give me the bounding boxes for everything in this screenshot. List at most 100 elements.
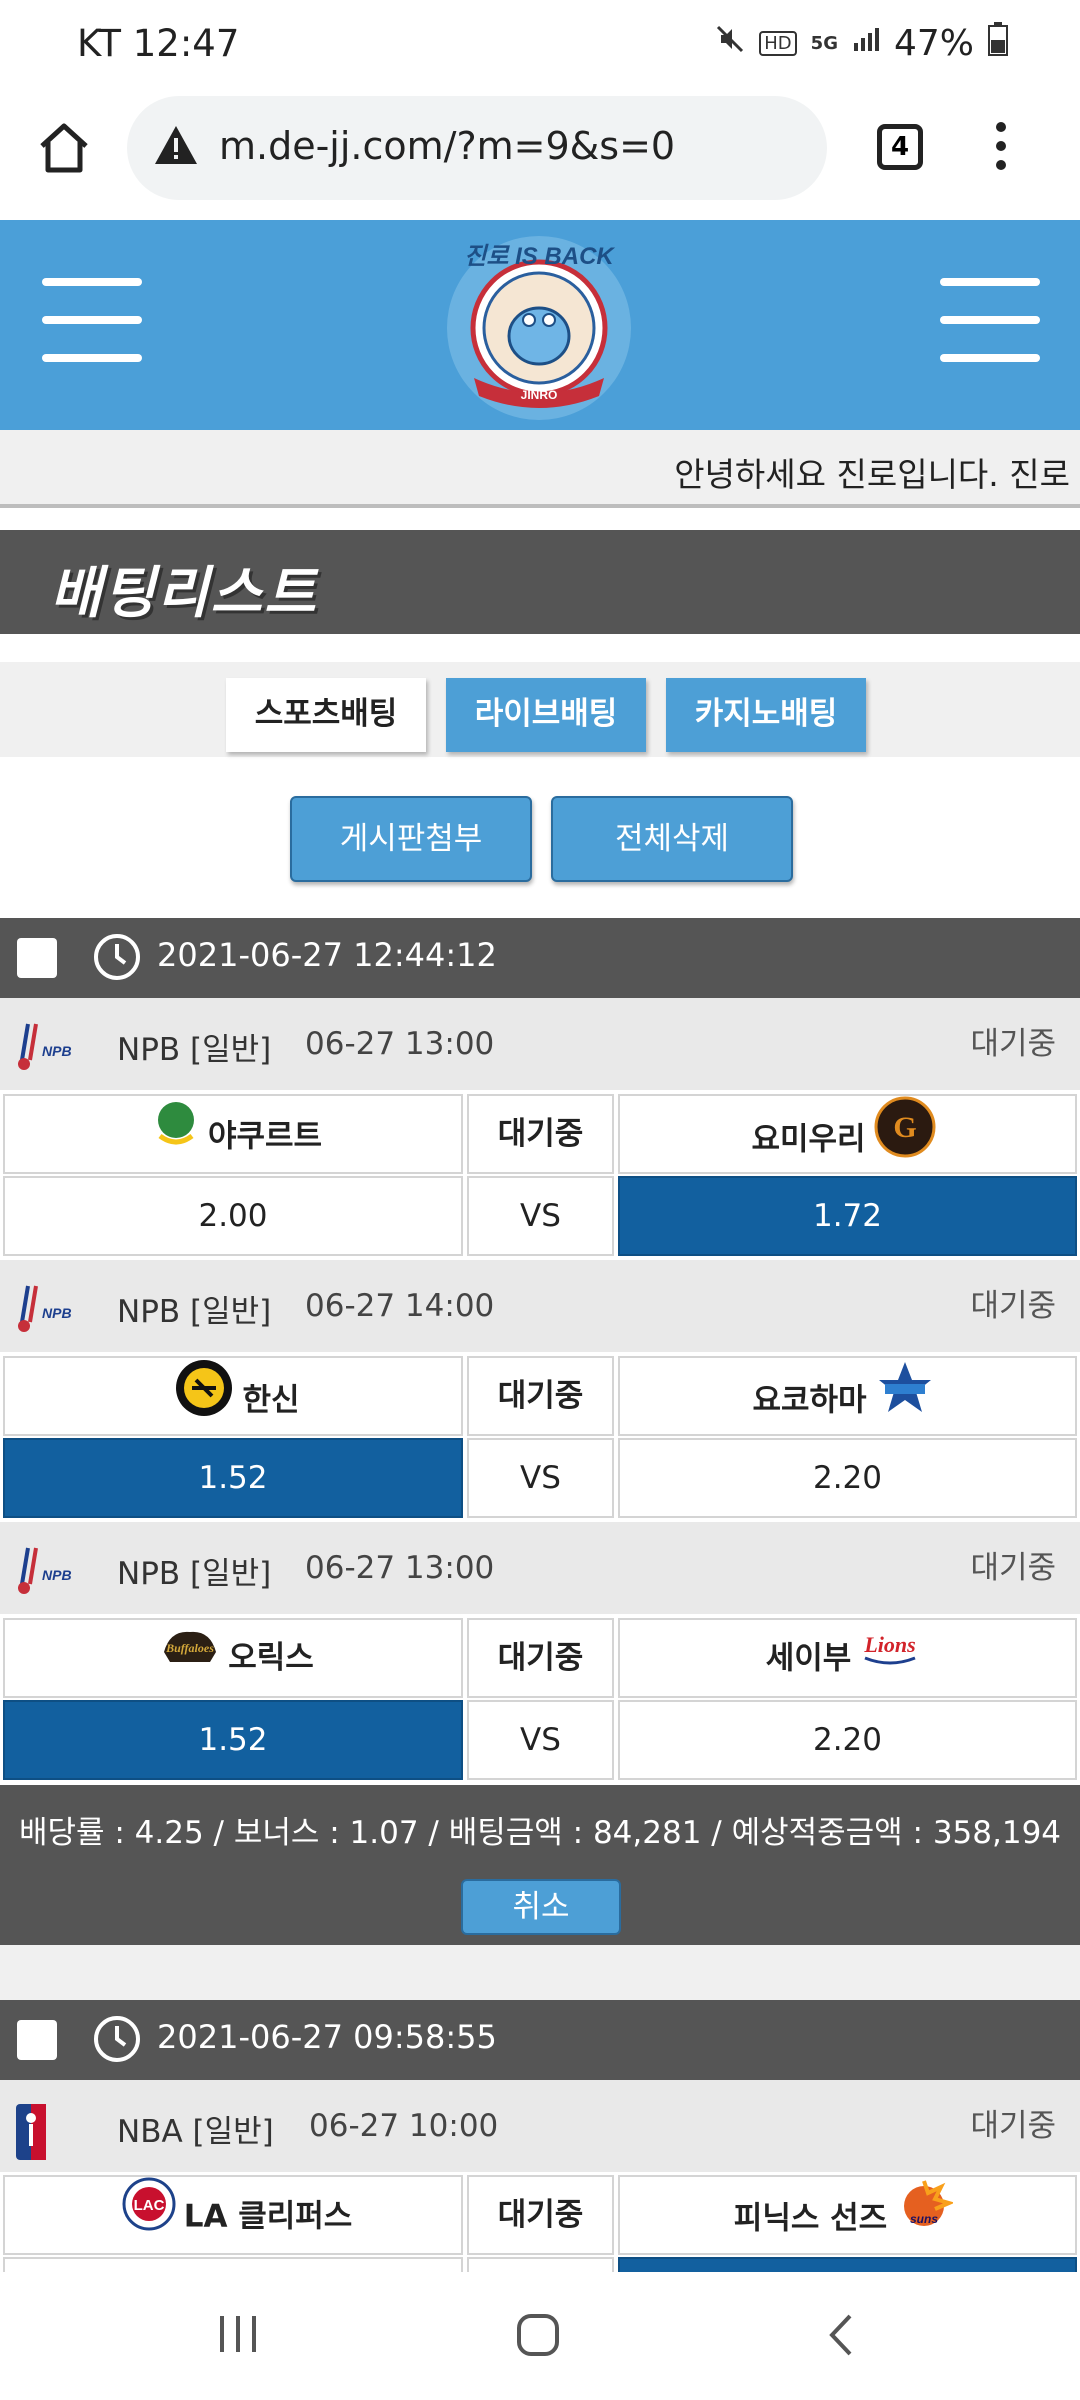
home-odds-button[interactable]: 1.52 bbox=[3, 1438, 463, 1518]
match-time: 06-27 14:00 bbox=[305, 1288, 495, 1324]
away-odds-button[interactable]: 2.20 bbox=[618, 1438, 1077, 1518]
bet-card-header: 2021-06-27 12:44:12 bbox=[0, 918, 1080, 998]
recent-apps-icon[interactable] bbox=[216, 2312, 260, 2360]
away-odds-button[interactable]: 1.72 bbox=[618, 1176, 1077, 1256]
match-status: 대기중 bbox=[970, 1550, 1056, 1586]
battery-icon bbox=[988, 22, 1008, 64]
vs-label: VS bbox=[467, 1700, 614, 1780]
away-odds-button[interactable] bbox=[618, 2257, 1077, 2272]
tab-sports-betting[interactable]: 스포츠배팅 bbox=[226, 678, 426, 752]
address-bar[interactable]: m.de-jj.com/?m=9&s=0 bbox=[127, 96, 827, 200]
mute-icon bbox=[715, 24, 745, 62]
home-team-name: 한신 bbox=[242, 1382, 300, 1419]
url-text[interactable]: m.de-jj.com/?m=9&s=0 bbox=[219, 124, 675, 168]
match-header: NPB NPB [일반] 06-27 13:00 대기중 bbox=[0, 1522, 1080, 1614]
notice-marquee: 안녕하세요 진로입니다. 진로 bbox=[0, 430, 1080, 508]
svg-text:진로 IS BACK: 진로 IS BACK bbox=[464, 243, 615, 270]
match-header: NPB NPB [일반] 06-27 13:00 대기중 bbox=[0, 998, 1080, 1090]
bet-summary: 배당률 : 4.25 / 보너스 : 1.07 / 배팅금액 : 84,281 … bbox=[0, 1785, 1080, 1945]
marquee-text: 안녕하세요 진로입니다. 진로 bbox=[674, 455, 1070, 494]
league-name: NPB [일반] bbox=[117, 1294, 272, 1330]
back-icon[interactable] bbox=[822, 2312, 862, 2362]
match-status: 대기중 bbox=[970, 1288, 1056, 1324]
home-odds-button[interactable]: 2.00 bbox=[3, 1176, 463, 1256]
site-logo[interactable]: 진로 IS BACK JINRO bbox=[434, 228, 644, 426]
away-team-name: 요코하마 bbox=[752, 1382, 867, 1419]
bet-card-header: 2021-06-27 09:58:55 bbox=[0, 2000, 1080, 2080]
odds-row: 1.52 VS 2.20 bbox=[0, 1700, 1080, 1780]
more-menu-icon[interactable] bbox=[996, 122, 1006, 179]
left-menu-icon[interactable] bbox=[42, 278, 142, 366]
phoenix-suns-icon: suns bbox=[895, 2177, 956, 2263]
away-team-cell: 요미우리 G bbox=[618, 1094, 1077, 1174]
league-name: NPB [일반] bbox=[117, 1032, 272, 1068]
warning-icon[interactable] bbox=[153, 124, 199, 170]
browser-toolbar: m.de-jj.com/?m=9&s=0 4 bbox=[0, 92, 1080, 220]
home-team-name: 오릭스 bbox=[228, 1640, 314, 1676]
match-status: 대기중 bbox=[970, 2108, 1056, 2144]
home-odds-button[interactable] bbox=[3, 2257, 463, 2272]
away-odds-button[interactable]: 2.20 bbox=[618, 1700, 1077, 1780]
svg-text:Buffaloes: Buffaloes bbox=[165, 1641, 214, 1655]
5g-icon: 5G bbox=[810, 32, 838, 54]
away-team-name: 피닉스 선즈 bbox=[733, 2200, 888, 2237]
hd-icon: HD bbox=[759, 30, 797, 56]
battery-percent: 47% bbox=[893, 22, 974, 64]
odds-row bbox=[0, 2257, 1080, 2272]
bet-select-checkbox[interactable] bbox=[17, 938, 57, 978]
away-team-name: 세이부 bbox=[765, 1640, 852, 1677]
vs-label bbox=[467, 2257, 614, 2272]
yokohama-baystars-icon bbox=[875, 1358, 935, 1446]
away-team-cell: 요코하마 bbox=[618, 1356, 1077, 1436]
tab-live-betting[interactable]: 라이브배팅 bbox=[446, 678, 646, 752]
odds-row: 2.00 VS 1.72 bbox=[0, 1176, 1080, 1256]
right-menu-icon[interactable] bbox=[940, 278, 1040, 366]
delete-all-button[interactable]: 전체삭제 bbox=[551, 796, 793, 882]
seibu-lions-icon: Lions bbox=[859, 1620, 921, 1700]
team-row: 야쿠르트 대기중 요미우리 G bbox=[0, 1094, 1080, 1174]
match-status-cell: 대기중 bbox=[467, 1356, 614, 1436]
status-icons: HD 5G 47% bbox=[715, 22, 1008, 64]
home-team-cell: 한신 bbox=[3, 1356, 463, 1436]
clock-icon bbox=[92, 2014, 142, 2068]
la-clippers-icon: LAC bbox=[122, 2177, 176, 2259]
home-team-cell: 야쿠르트 bbox=[3, 1094, 463, 1174]
match-status-cell: 대기중 bbox=[467, 1618, 614, 1698]
status-bar: KT 12:47 HD 5G 47% bbox=[0, 0, 1080, 92]
bet-type-tabs: 스포츠배팅 라이브배팅 카지노배팅 bbox=[0, 662, 1080, 757]
svg-text:NPB: NPB bbox=[42, 1305, 72, 1321]
svg-text:Lions: Lions bbox=[864, 1632, 916, 1657]
match-status-cell: 대기중 bbox=[467, 2175, 614, 2255]
cancel-bet-button[interactable]: 취소 bbox=[461, 1879, 621, 1935]
card-separator bbox=[0, 1945, 1080, 2000]
team-row: Buffaloes 오릭스 대기중 세이부 Lions bbox=[0, 1618, 1080, 1698]
tab-casino-betting[interactable]: 카지노배팅 bbox=[666, 678, 866, 752]
page-title-bar: 배팅리스트 bbox=[0, 530, 1080, 634]
match-time: 06-27 13:00 bbox=[305, 1026, 495, 1062]
attach-to-board-button[interactable]: 게시판첨부 bbox=[290, 796, 532, 882]
match-status-cell: 대기중 bbox=[467, 1094, 614, 1174]
home-team-cell: Buffaloes 오릭스 bbox=[3, 1618, 463, 1698]
home-team-cell: LAC LA 클리퍼스 bbox=[3, 2175, 463, 2255]
league-name: NPB [일반] bbox=[117, 1556, 272, 1592]
match-header: NPB NPB [일반] 06-27 14:00 대기중 bbox=[0, 1260, 1080, 1352]
summary-text: 배당률 : 4.25 / 보너스 : 1.07 / 배팅금액 : 84,281 … bbox=[18, 1815, 1062, 1851]
npb-logo-icon: NPB bbox=[14, 1282, 78, 1338]
bet-select-checkbox[interactable] bbox=[17, 2020, 57, 2060]
svg-text:G: G bbox=[893, 1111, 916, 1144]
clock-icon bbox=[92, 932, 142, 986]
home-team-name: 야쿠르트 bbox=[207, 1118, 323, 1155]
svg-text:NPB: NPB bbox=[42, 1567, 72, 1583]
home-odds-button[interactable]: 1.52 bbox=[3, 1700, 463, 1780]
vs-label: VS bbox=[467, 1176, 614, 1256]
home-icon[interactable] bbox=[34, 118, 94, 178]
svg-text:LAC: LAC bbox=[133, 2197, 164, 2214]
signal-icon bbox=[852, 25, 880, 61]
team-row: LAC LA 클리퍼스 대기중 피닉스 선즈 suns bbox=[0, 2175, 1080, 2255]
yomiuri-giants-icon: G bbox=[874, 1096, 936, 1186]
yakult-swallows-icon bbox=[152, 1096, 200, 1180]
svg-text:suns: suns bbox=[910, 2212, 938, 2226]
tab-switcher-button[interactable]: 4 bbox=[877, 124, 923, 170]
bet-timestamp: 2021-06-27 12:44:12 bbox=[157, 936, 497, 974]
home-nav-icon[interactable] bbox=[515, 2312, 561, 2362]
